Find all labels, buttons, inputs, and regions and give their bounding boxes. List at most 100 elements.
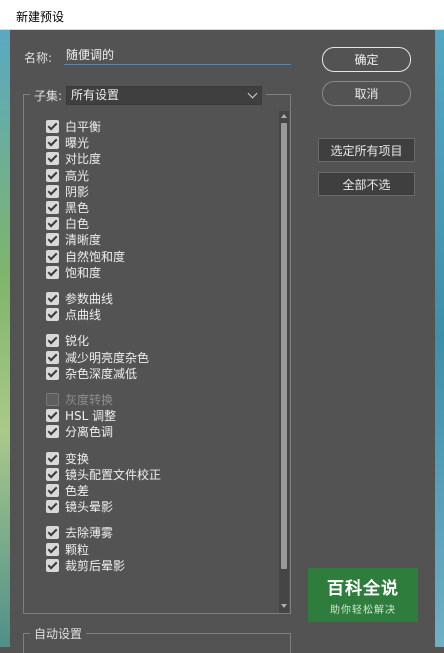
setting-checkbox[interactable] — [46, 307, 59, 321]
setting-checkbox[interactable] — [46, 184, 59, 198]
setting-item[interactable]: 曝光 — [46, 134, 89, 150]
setting-item[interactable]: 颗粒 — [46, 541, 89, 557]
subset-legend: 子集: 所有设置 — [30, 86, 267, 105]
setting-checkbox[interactable] — [46, 249, 59, 263]
setting-item[interactable]: 黑色 — [46, 199, 89, 215]
setting-label: 杂色深度减低 — [65, 366, 138, 381]
setting-item[interactable]: 高光 — [46, 167, 89, 183]
setting-checkbox[interactable] — [46, 350, 59, 364]
setting-label: 色差 — [65, 483, 90, 498]
subset-label: 子集: — [34, 89, 63, 103]
setting-label: 灰度转换 — [65, 392, 114, 407]
setting-item: 灰度转换 — [46, 391, 113, 407]
title-bar[interactable]: 新建预设 — [0, 0, 444, 30]
setting-item[interactable]: 清晰度 — [46, 231, 101, 247]
setting-label: 清晰度 — [65, 232, 102, 247]
setting-label: 锐化 — [65, 333, 90, 348]
setting-item[interactable]: 对比度 — [46, 150, 101, 166]
setting-checkbox[interactable] — [46, 558, 59, 572]
setting-checkbox[interactable] — [46, 291, 59, 305]
setting-label: 分离色调 — [65, 424, 114, 439]
setting-label: 高光 — [65, 168, 90, 183]
setting-label: 减少明亮度杂色 — [65, 350, 150, 365]
setting-checkbox[interactable] — [46, 451, 59, 465]
setting-item[interactable]: 杂色深度减低 — [46, 365, 137, 381]
setting-checkbox[interactable] — [46, 119, 59, 133]
settings-list: 白平衡 曝光 对比度高光 阴影 黑色 白色 清晰度自然饱和度 饱和度参数曲线 点曲线锐化减少明亮… — [25, 110, 290, 613]
setting-label: 黑色 — [65, 200, 90, 215]
setting-item[interactable]: 锐化 — [46, 332, 89, 348]
scroll-down-arrow-icon[interactable] — [281, 604, 287, 608]
setting-label: 参数曲线 — [65, 291, 114, 306]
setting-label: 去除薄雾 — [65, 525, 114, 540]
setting-label: 镜头配置文件校正 — [65, 467, 162, 482]
watermark-title: 百科全说 — [327, 579, 399, 599]
setting-checkbox[interactable] — [46, 525, 59, 539]
setting-checkbox[interactable] — [46, 168, 59, 182]
setting-label: 自然饱和度 — [65, 249, 126, 264]
setting-checkbox[interactable] — [46, 200, 59, 214]
setting-item[interactable]: 白色 — [46, 215, 89, 231]
setting-checkbox[interactable] — [46, 542, 59, 556]
setting-label: HSL 调整 — [65, 408, 117, 423]
setting-label: 饱和度 — [65, 265, 102, 280]
setting-item[interactable]: 分离色调 — [46, 423, 113, 439]
setting-label: 对比度 — [65, 151, 102, 166]
window-title: 新建预设 — [16, 10, 65, 24]
setting-checkbox[interactable] — [46, 366, 59, 380]
setting-item[interactable]: 变换 — [46, 450, 89, 466]
setting-item[interactable]: 减少明亮度杂色 — [46, 349, 149, 365]
select-all-button[interactable]: 选定所有项目 — [318, 138, 415, 162]
setting-checkbox[interactable] — [46, 216, 59, 230]
setting-item[interactable]: 色差 — [46, 482, 89, 498]
chevron-down-icon — [247, 88, 258, 99]
watermark-subtitle: 助你轻松解决 — [330, 605, 396, 616]
setting-item[interactable]: 点曲线 — [46, 306, 101, 322]
setting-item[interactable]: 裁剪后晕影 — [46, 557, 125, 573]
setting-item[interactable]: 饱和度 — [46, 264, 101, 280]
setting-label: 颗粒 — [65, 542, 90, 557]
setting-label: 白色 — [65, 216, 90, 231]
setting-item[interactable]: 镜头晕影 — [46, 498, 113, 514]
scroll-thumb[interactable] — [281, 123, 287, 569]
setting-item[interactable]: 镜头配置文件校正 — [46, 466, 161, 482]
settings-list-scrollbar[interactable] — [279, 111, 289, 613]
setting-checkbox[interactable] — [46, 424, 59, 438]
setting-label: 阴影 — [65, 184, 90, 199]
cancel-button[interactable]: 取消 — [322, 81, 411, 106]
setting-label: 裁剪后晕影 — [65, 558, 126, 573]
auto-settings-label: 自动设置 — [30, 625, 87, 642]
scroll-up-arrow-icon[interactable] — [281, 114, 287, 118]
setting-checkbox[interactable] — [46, 333, 59, 347]
setting-item[interactable]: 去除薄雾 — [46, 524, 113, 540]
setting-checkbox[interactable] — [46, 467, 59, 481]
setting-checkbox[interactable] — [46, 483, 59, 497]
ok-button[interactable]: 确定 — [322, 47, 411, 72]
setting-checkbox[interactable] — [46, 265, 59, 279]
setting-label: 变换 — [65, 451, 90, 466]
setting-label: 白平衡 — [65, 119, 102, 134]
setting-checkbox[interactable] — [46, 232, 59, 246]
new-preset-dialog: 新建预设 名称: 确定 取消 选定所有项目 全部不选 子集: 所有设置 白平衡曝… — [0, 0, 444, 653]
subset-selected-value: 所有设置 — [71, 88, 120, 102]
setting-item[interactable]: 阴影 — [46, 183, 89, 199]
setting-label: 镜头晕影 — [65, 499, 114, 514]
setting-checkbox[interactable] — [46, 135, 59, 149]
setting-checkbox[interactable] — [46, 151, 59, 165]
background-photo-right — [435, 30, 444, 647]
setting-label: 曝光 — [65, 135, 90, 150]
setting-item[interactable]: HSL 调整 — [46, 407, 116, 423]
setting-item[interactable]: 白平衡 — [46, 118, 101, 134]
setting-label: 点曲线 — [65, 307, 102, 322]
background-photo-left — [0, 30, 10, 647]
setting-checkbox[interactable] — [46, 408, 59, 422]
setting-checkbox[interactable] — [46, 499, 59, 513]
select-none-button[interactable]: 全部不选 — [318, 172, 415, 196]
subset-dropdown[interactable]: 所有设置 — [66, 86, 263, 105]
watermark-logo: 百科全说 助你轻松解决 — [308, 568, 418, 622]
setting-item[interactable]: 参数曲线 — [46, 290, 113, 306]
name-label: 名称: — [24, 51, 53, 65]
setting-checkbox — [46, 392, 59, 406]
preset-name-input[interactable] — [64, 45, 291, 65]
setting-item[interactable]: 自然饱和度 — [46, 248, 125, 264]
